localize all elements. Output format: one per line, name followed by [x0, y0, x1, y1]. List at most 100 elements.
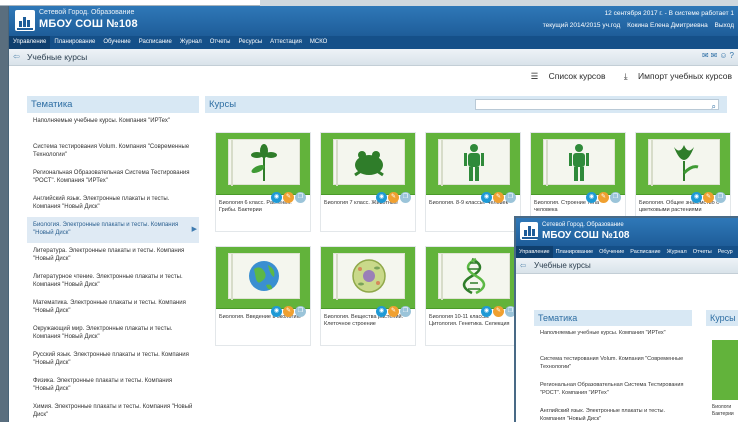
school-name: МБОУ СОШ №108: [39, 18, 138, 30]
nav-item-journal[interactable]: Журнал: [176, 36, 206, 49]
topic-item[interactable]: Русский язык. Электронные плакаты и тест…: [27, 347, 199, 373]
topic-item-selected[interactable]: Биология. Электронные плакаты и тесты. К…: [27, 217, 199, 243]
overlay-nav-item[interactable]: Ресур: [715, 246, 736, 258]
bullhorn-icon[interactable]: ✉: [702, 51, 711, 60]
nav-item-msko[interactable]: МСКО: [306, 36, 331, 49]
overlay-nav-item[interactable]: Обучение: [596, 246, 627, 258]
copy-icon[interactable]: ❐: [715, 192, 726, 203]
edit-icon[interactable]: ✎: [283, 306, 294, 317]
overlay-topic-item[interactable]: Наполняемые учебные курсы. Компания "ИРТ…: [534, 326, 692, 352]
topic-item[interactable]: Окружающий мир. Электронные плакаты и те…: [27, 321, 199, 347]
copy-icon[interactable]: ❐: [400, 306, 411, 317]
back-arrow-icon[interactable]: ⇦: [13, 52, 20, 61]
course-card-buttons: ◉ ✎ ❐: [690, 185, 726, 203]
overlay-breadcrumb: ⇦ Учебные курсы: [516, 258, 738, 274]
course-card[interactable]: ◉ ✎ ❐ Биология 7 класс. Животные: [320, 132, 416, 232]
edit-icon[interactable]: ✎: [388, 306, 399, 317]
topic-item[interactable]: Наполняемые учебные курсы. Компания "ИРТ…: [27, 113, 199, 139]
copy-icon[interactable]: ❐: [400, 192, 411, 203]
back-arrow-icon[interactable]: ⇦: [520, 261, 526, 270]
user-name[interactable]: Кокина Елена Дмитриевна: [627, 22, 708, 29]
copy-icon[interactable]: ❐: [295, 306, 306, 317]
search-icon[interactable]: ⌕: [712, 98, 716, 115]
overlay-topic-item[interactable]: Региональная Образовательная Система Тес…: [534, 378, 692, 404]
course-card[interactable]: ◉ ✎ ❐ Биология 6 класс. Растения. Грибы. Ба…: [215, 132, 311, 232]
topic-item[interactable]: Химия. Электронные плакаты и тесты. Комп…: [27, 399, 199, 422]
cell-icon: [351, 257, 387, 295]
view-icon[interactable]: ◉: [271, 192, 282, 203]
help-icon[interactable]: ?: [730, 51, 736, 60]
topic-item[interactable]: Английский язык. Электронные плакаты и т…: [27, 191, 199, 217]
overlay-nav-item[interactable]: Управление: [516, 246, 553, 258]
breadcrumb: ⇦ Учебные курсы ✉✉☺?: [9, 49, 738, 66]
header-user-line: текущий 2014/2015 уч.год Кокина Елена Дм…: [538, 22, 734, 29]
logo-icon: [520, 222, 538, 240]
overlay-topic-item[interactable]: Английский язык. Электронные плакаты и т…: [534, 404, 692, 422]
topic-item[interactable]: Физика. Электронные плакаты и тесты. Ком…: [27, 373, 199, 399]
edit-icon[interactable]: ✎: [598, 192, 609, 203]
view-icon[interactable]: ◉: [691, 192, 702, 203]
nav-item-management[interactable]: Управление: [9, 36, 51, 49]
tulip-icon: [666, 143, 702, 181]
topic-item[interactable]: Математика. Электронные плакаты и тесты.…: [27, 295, 199, 321]
page-title: Учебные курсы: [27, 52, 88, 62]
view-icon[interactable]: ◉: [586, 192, 597, 203]
topic-item[interactable]: Литература. Электронные плакаты и тесты.…: [27, 243, 199, 269]
copy-icon[interactable]: ❐: [610, 192, 621, 203]
course-actions: ☰ Список курсов ⤓ Импорт учебных курсов: [515, 71, 732, 82]
topic-item[interactable]: Региональная Образовательная Система Тес…: [27, 165, 199, 191]
courses-heading: Курсы ⌕: [205, 96, 727, 113]
overlay-nav-item[interactable]: Планирование: [553, 246, 597, 258]
logout-link[interactable]: Выход: [715, 22, 734, 29]
overlay-nav-item[interactable]: Расписание: [627, 246, 663, 258]
copy-icon[interactable]: ❐: [505, 192, 516, 203]
topics-panel: Тематика Наполняемые учебные курсы. Комп…: [27, 96, 199, 422]
topic-item[interactable]: Литературное чтение. Электронные плакаты…: [27, 269, 199, 295]
edit-icon[interactable]: ✎: [703, 192, 714, 203]
nav-item-reports[interactable]: Отчеты: [206, 36, 235, 49]
overlay-page-title: Учебные курсы: [534, 261, 591, 270]
view-icon[interactable]: ◉: [376, 192, 387, 203]
nav-item-attestation[interactable]: Аттестация: [266, 36, 306, 49]
view-icon[interactable]: ◉: [376, 306, 387, 317]
overlay-school-name: МБОУ СОШ №108: [542, 230, 630, 241]
import-courses-link[interactable]: ⤓ Импорт учебных курсов: [616, 71, 732, 81]
course-card-buttons: ◉ ✎ ❐: [270, 299, 306, 317]
course-card[interactable]: ◉ ✎ ❐ Биология 10-11 классы. Цитология. Ген…: [425, 246, 521, 346]
course-card-buttons: ◉ ✎ ❐: [375, 299, 411, 317]
edit-icon[interactable]: ✎: [493, 192, 504, 203]
overlay-window: Сетевой Город. Образование МБОУ СОШ №108…: [514, 216, 738, 422]
app-subtitle: Сетевой Город. Образование: [39, 9, 135, 16]
copy-icon[interactable]: ❐: [295, 192, 306, 203]
edit-icon[interactable]: ✎: [283, 192, 294, 203]
course-card-buttons: ◉ ✎ ❐: [480, 185, 516, 203]
nav-item-planning[interactable]: Планирование: [50, 36, 99, 49]
view-icon[interactable]: ◉: [481, 306, 492, 317]
course-search-input[interactable]: ⌕: [475, 99, 719, 111]
course-list-link[interactable]: ☰ Список курсов: [523, 71, 606, 81]
overlay-nav-item[interactable]: Отчеты: [690, 246, 715, 258]
course-card[interactable]: ◉ ✎ ❐ Биология. Введение в экологию: [215, 246, 311, 346]
nav-item-learning[interactable]: Обучение: [99, 36, 134, 49]
overlay-nav: Управление Планирование Обучение Расписа…: [516, 246, 738, 258]
topics-heading: Тематика: [27, 96, 199, 113]
overlay-header: Сетевой Город. Образование МБОУ СОШ №108: [516, 218, 738, 246]
overlay-nav-item[interactable]: Журнал: [664, 246, 690, 258]
view-icon[interactable]: ◉: [271, 306, 282, 317]
overlay-topic-item[interactable]: Система тестирования Volum. Компания "Со…: [534, 352, 692, 378]
edit-icon[interactable]: ✎: [493, 306, 504, 317]
course-card-buttons: ◉ ✎ ❐: [375, 185, 411, 203]
course-card[interactable]: ◉ ✎ ❐ Биология. 8-9 классы. Человек: [425, 132, 521, 232]
chat-icon[interactable]: ☺: [719, 51, 729, 60]
list-icon: ☰: [530, 71, 539, 81]
view-icon[interactable]: ◉: [481, 192, 492, 203]
human-figure-icon: [456, 143, 492, 181]
course-card-buttons: ◉ ✎ ❐: [585, 185, 621, 203]
toolbar-icons: ✉✉☺?: [702, 51, 736, 60]
course-thumbnail[interactable]: [712, 340, 738, 400]
nav-item-schedule[interactable]: Расписание: [135, 36, 176, 49]
course-card[interactable]: ◉ ✎ ❐ Биология. Вещества растений. Клеточно…: [320, 246, 416, 346]
nav-item-resources[interactable]: Ресурсы: [235, 36, 267, 49]
edit-icon[interactable]: ✎: [388, 192, 399, 203]
topic-item[interactable]: Система тестирования Volum. Компания "Со…: [27, 139, 199, 165]
